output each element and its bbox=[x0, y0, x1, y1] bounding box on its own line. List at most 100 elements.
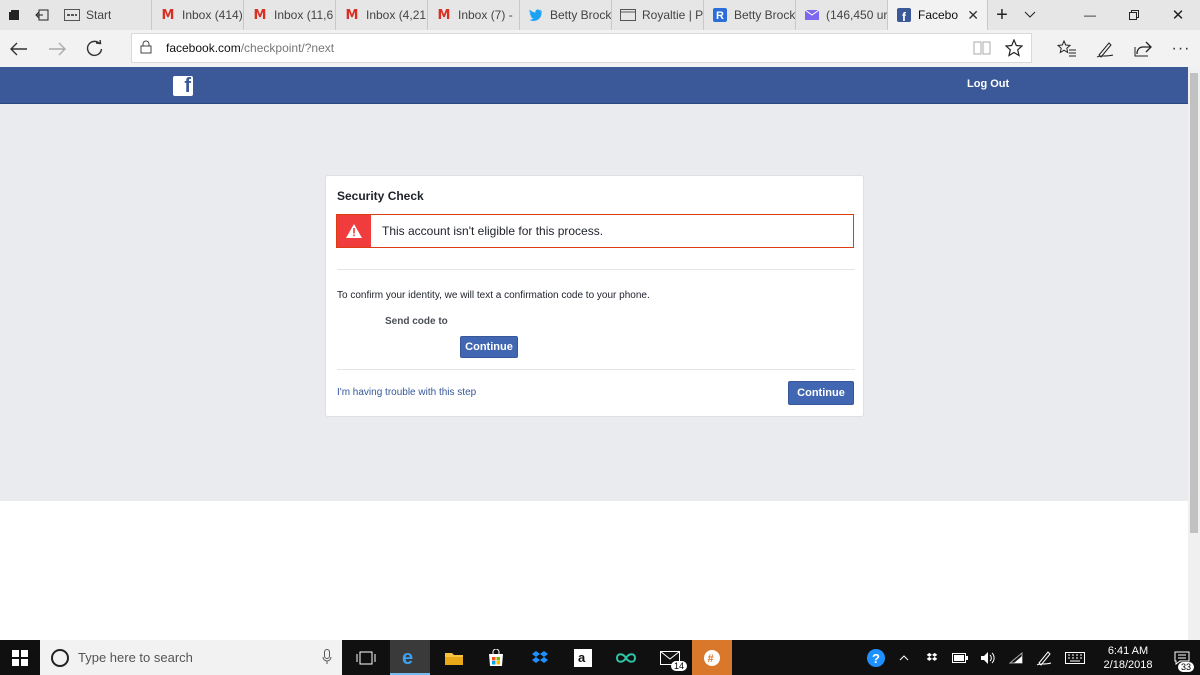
clock-date: 2/18/2018 bbox=[1103, 658, 1153, 671]
tab-label: Start bbox=[86, 8, 112, 22]
svg-text:a: a bbox=[578, 650, 586, 665]
mail-app-icon[interactable]: 14 bbox=[650, 640, 690, 675]
trouble-link[interactable]: I'm having trouble with this step bbox=[337, 387, 476, 398]
vertical-scrollbar[interactable] bbox=[1188, 67, 1200, 640]
gmail-icon: M bbox=[345, 7, 359, 23]
url-input[interactable]: facebook.com/checkpoint/?next bbox=[131, 33, 1032, 63]
card-title: Security Check bbox=[337, 189, 424, 203]
close-tab-icon[interactable]: ✕ bbox=[967, 7, 979, 24]
facebook-icon: f bbox=[896, 7, 912, 23]
tab-label: Betty Brock bbox=[734, 8, 795, 22]
gmail-icon: M bbox=[253, 7, 267, 23]
url-domain: facebook.com bbox=[166, 41, 241, 55]
tab-gmail[interactable]: M Inbox (4,21 bbox=[336, 0, 428, 30]
forward-arrow-icon[interactable] bbox=[38, 30, 76, 67]
close-window-icon[interactable]: ✕ bbox=[1156, 0, 1200, 30]
mail-icon bbox=[804, 7, 820, 23]
amazon-icon[interactable]: a bbox=[563, 640, 603, 675]
refresh-icon[interactable] bbox=[76, 30, 114, 67]
browser-tab-bar: Start M Inbox (414) M Inbox (11,6 M Inbo… bbox=[0, 0, 1200, 30]
divider bbox=[337, 269, 855, 270]
system-tray: ? 6:41 AM 2/18/2018 33 bbox=[862, 640, 1200, 675]
page-viewport: f Log Out Security Check This account is… bbox=[0, 67, 1188, 640]
pen-workspace-icon[interactable] bbox=[1030, 650, 1058, 666]
favorites-hub-icon[interactable] bbox=[1048, 30, 1086, 67]
start-page-icon bbox=[64, 7, 80, 23]
twitter-icon bbox=[528, 7, 544, 23]
warning-icon bbox=[337, 215, 371, 247]
dropbox-icon[interactable] bbox=[520, 640, 560, 675]
favorite-star-icon[interactable] bbox=[1004, 38, 1024, 60]
share-icon[interactable] bbox=[1124, 30, 1162, 67]
edge-browser-icon[interactable]: e bbox=[390, 640, 430, 675]
touch-keyboard-icon[interactable] bbox=[1058, 651, 1092, 664]
restore-icon[interactable] bbox=[1112, 0, 1156, 30]
error-banner: This account isn't eligible for this pro… bbox=[336, 214, 854, 248]
tab-label: Inbox (7) - bbox=[458, 8, 513, 22]
store-icon[interactable] bbox=[476, 640, 516, 675]
log-out-link[interactable]: Log Out bbox=[967, 78, 1009, 90]
chevron-down-icon[interactable] bbox=[1016, 0, 1044, 30]
search-placeholder: Type here to search bbox=[78, 650, 193, 665]
back-tabs-icon[interactable] bbox=[28, 0, 56, 30]
divider bbox=[337, 369, 855, 370]
help-icon[interactable]: ? bbox=[862, 648, 890, 668]
tab-label: Inbox (11,6 bbox=[274, 8, 334, 22]
error-message: This account isn't eligible for this pro… bbox=[382, 224, 604, 238]
file-explorer-icon[interactable] bbox=[434, 640, 474, 675]
pen-notes-icon[interactable] bbox=[1086, 30, 1124, 67]
svg-text:#: # bbox=[708, 653, 714, 665]
reading-view-icon[interactable] bbox=[973, 40, 991, 59]
tab-label: Royaltie | P bbox=[642, 8, 703, 22]
tab-mail[interactable]: (146,450 ur bbox=[796, 0, 888, 30]
confirm-identity-text: To confirm your identity, we will text a… bbox=[337, 290, 650, 301]
tab-start[interactable]: Start bbox=[56, 0, 152, 30]
gmail-icon: M bbox=[437, 7, 451, 23]
windows-taskbar: Type here to search e a 14 # ? 6:41 AM 2… bbox=[0, 640, 1200, 675]
tab-gmail[interactable]: M Inbox (11,6 bbox=[244, 0, 336, 30]
taskbar-search-input[interactable]: Type here to search bbox=[40, 640, 342, 675]
notification-badge: 33 bbox=[1177, 662, 1194, 672]
continue-button-small[interactable]: Continue bbox=[460, 336, 518, 358]
microphone-icon[interactable] bbox=[322, 649, 332, 670]
back-arrow-icon[interactable] bbox=[0, 30, 38, 67]
new-tab-icon[interactable]: + bbox=[988, 0, 1016, 30]
tab-royaltie[interactable]: Royaltie | P bbox=[612, 0, 704, 30]
task-view-icon[interactable] bbox=[346, 640, 386, 675]
address-bar: facebook.com/checkpoint/?next ··· bbox=[0, 30, 1200, 67]
tab-label: Betty Brock bbox=[550, 8, 611, 22]
lock-icon bbox=[140, 40, 152, 57]
clock-time: 6:41 AM bbox=[1107, 644, 1149, 657]
slack-icon[interactable]: # bbox=[692, 640, 732, 675]
more-menu-icon[interactable]: ··· bbox=[1162, 30, 1200, 67]
windows-start-icon[interactable] bbox=[0, 640, 40, 675]
tab-twitter[interactable]: Betty Brock bbox=[520, 0, 612, 30]
svg-text:?: ? bbox=[872, 651, 880, 666]
volume-icon[interactable] bbox=[974, 651, 1002, 665]
send-code-label: Send code to bbox=[385, 316, 448, 327]
facebook-logo-icon[interactable]: f bbox=[173, 75, 193, 97]
scrollbar-thumb[interactable] bbox=[1190, 73, 1198, 533]
system-clock[interactable]: 6:41 AM 2/18/2018 bbox=[1092, 644, 1164, 672]
tab-facebook[interactable]: f Facebo ✕ bbox=[888, 0, 988, 30]
tab-label: (146,450 ur bbox=[826, 8, 887, 22]
infinity-app-icon[interactable] bbox=[606, 640, 646, 675]
show-hidden-icons-icon[interactable] bbox=[890, 654, 918, 661]
tab-sets-icon[interactable] bbox=[0, 0, 28, 30]
gmail-icon: M bbox=[161, 7, 175, 23]
dropbox-tray-icon[interactable] bbox=[918, 652, 946, 663]
svg-text:R: R bbox=[716, 10, 724, 22]
continue-button[interactable]: Continue bbox=[788, 381, 854, 405]
tab-label: Inbox (4,21 bbox=[366, 8, 427, 22]
tab-betty-brock[interactable]: R Betty Brock bbox=[704, 0, 796, 30]
tab-gmail[interactable]: M Inbox (414) bbox=[152, 0, 244, 30]
page-icon bbox=[620, 7, 636, 23]
facebook-content-area: Security Check This account isn't eligib… bbox=[0, 104, 1188, 501]
wifi-icon[interactable] bbox=[1002, 651, 1030, 664]
tab-gmail[interactable]: M Inbox (7) - bbox=[428, 0, 520, 30]
app-icon: R bbox=[712, 7, 728, 23]
cortana-icon bbox=[51, 648, 69, 667]
action-center-icon[interactable]: 33 bbox=[1164, 640, 1200, 675]
battery-icon[interactable] bbox=[946, 652, 974, 663]
minimize-icon[interactable]: — bbox=[1068, 0, 1112, 30]
